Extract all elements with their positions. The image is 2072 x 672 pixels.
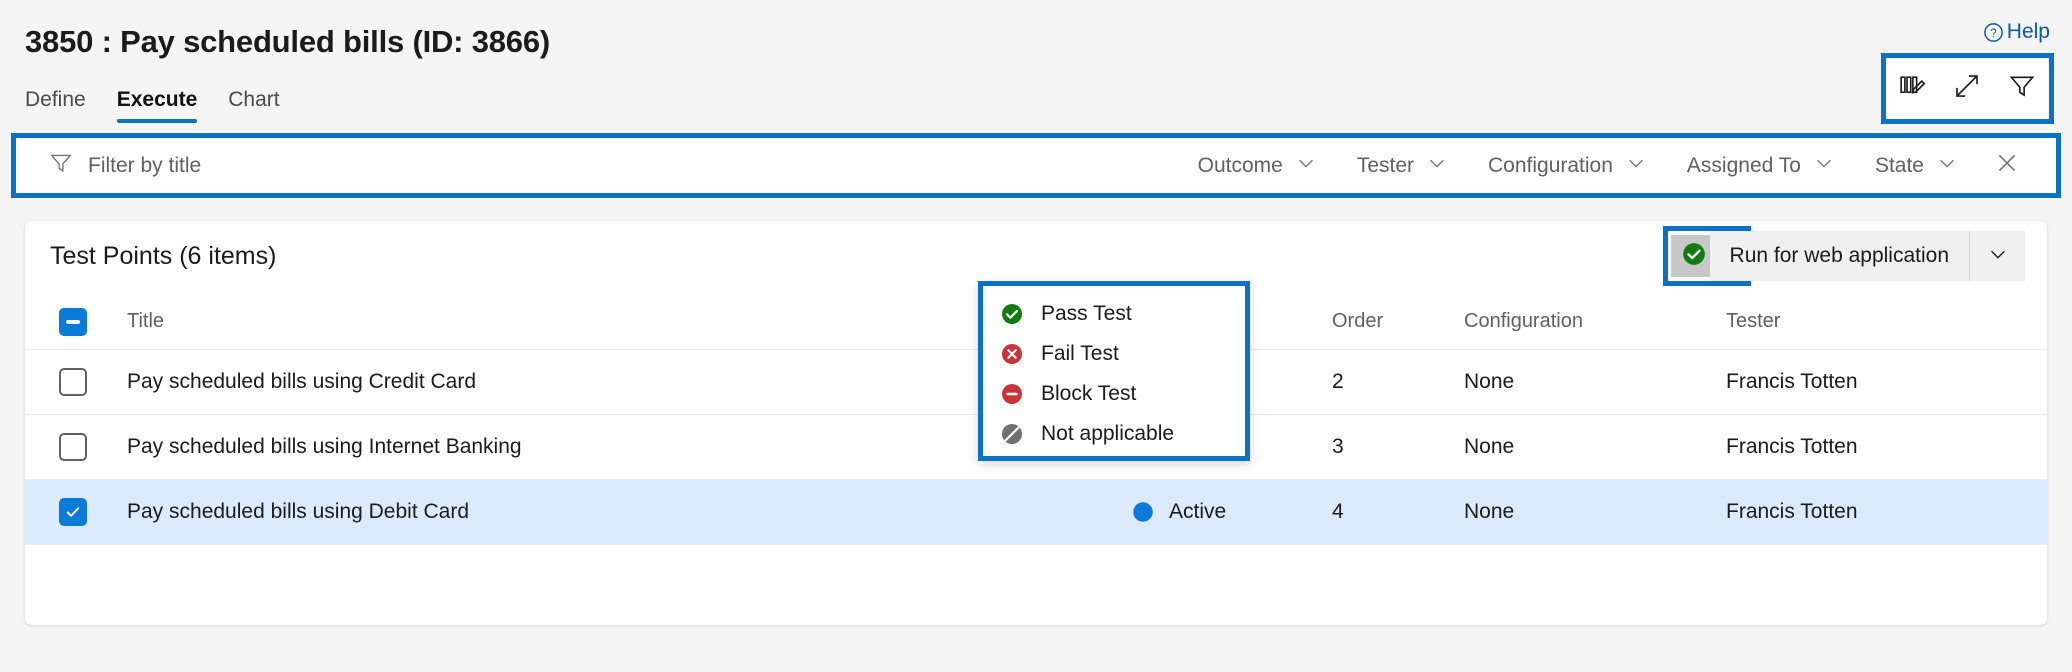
- menu-item-pass-test[interactable]: Pass Test: [983, 294, 1245, 334]
- row-select-cell: [25, 415, 126, 480]
- tab-execute[interactable]: Execute: [117, 88, 198, 123]
- menu-item-label: Block Test: [1041, 382, 1136, 406]
- menu-item-label: Not applicable: [1041, 422, 1174, 446]
- filter-picker-state-label: State: [1875, 154, 1924, 178]
- tab-chart[interactable]: Chart: [228, 88, 279, 123]
- filter-picker-outcome-label: Outcome: [1198, 154, 1283, 178]
- close-icon: [1994, 150, 2020, 181]
- not-applicable-icon: [1000, 422, 1024, 446]
- filter-input[interactable]: Filter by title: [88, 154, 201, 178]
- row-order-cell: 4: [1331, 480, 1463, 545]
- row-configuration-cell: None: [1463, 350, 1725, 415]
- help-link[interactable]: ? Help: [1983, 20, 2050, 44]
- checkbox-dash-icon: [66, 320, 80, 324]
- select-all-header: [25, 294, 126, 350]
- chevron-down-icon: [1295, 152, 1317, 180]
- row-order-cell: 2: [1331, 350, 1463, 415]
- row-checkbox[interactable]: [59, 498, 87, 526]
- row-select-cell: [25, 480, 126, 545]
- column-header-order[interactable]: Order: [1331, 294, 1463, 350]
- menu-item-not-applicable[interactable]: Not applicable: [983, 414, 1245, 454]
- active-icon: [1130, 499, 1156, 525]
- chevron-down-icon: [1936, 152, 1958, 180]
- filter-picker-state[interactable]: State: [1855, 152, 1978, 180]
- filter-picker-tester[interactable]: Tester: [1337, 152, 1468, 180]
- chevron-down-icon: [1813, 152, 1835, 180]
- chevron-down-icon: [1426, 152, 1448, 180]
- filter-picker-assigned-to-label: Assigned To: [1687, 154, 1801, 178]
- row-order-cell: 3: [1331, 415, 1463, 480]
- row-outcome-label: Active: [1169, 500, 1226, 524]
- filter-icon: [2007, 71, 2037, 106]
- row-checkbox[interactable]: [59, 368, 87, 396]
- filter-picker-tester-label: Tester: [1357, 154, 1414, 178]
- full-screen-icon: [1952, 71, 1982, 106]
- filter-pickers: Outcome Tester Configuration Assigned To…: [1178, 150, 2042, 181]
- help-label: Help: [2007, 20, 2050, 44]
- filter-picker-configuration[interactable]: Configuration: [1468, 152, 1667, 180]
- chevron-down-icon: [1625, 152, 1647, 180]
- table-row[interactable]: Pay scheduled bills using Debit Card Act…: [25, 480, 2047, 545]
- block-minus-icon: [1000, 382, 1024, 406]
- filter-picker-assigned-to[interactable]: Assigned To: [1667, 152, 1855, 180]
- column-options-button[interactable]: [1891, 67, 1935, 111]
- row-tester-cell: Francis Totten: [1725, 415, 2047, 480]
- row-checkbox[interactable]: [59, 433, 87, 461]
- menu-item-label: Pass Test: [1041, 302, 1132, 326]
- tab-define[interactable]: Define: [25, 88, 86, 123]
- card-title: Test Points (6 items): [50, 242, 276, 271]
- filter-picker-configuration-label: Configuration: [1488, 154, 1613, 178]
- row-outcome-cell: Active: [1129, 480, 1331, 545]
- run-button-caret[interactable]: [1969, 231, 2025, 281]
- row-title-cell: Pay scheduled bills using Debit Card: [126, 480, 1129, 545]
- column-header-configuration[interactable]: Configuration: [1463, 294, 1725, 350]
- menu-item-fail-test[interactable]: Fail Test: [983, 334, 1245, 374]
- svg-text:?: ?: [1990, 28, 1996, 40]
- check-icon: [64, 503, 82, 521]
- row-configuration-cell: None: [1463, 415, 1725, 480]
- page-title: 3850 : Pay scheduled bills (ID: 3866): [25, 24, 550, 60]
- row-select-cell: [25, 350, 126, 415]
- fail-x-icon: [1000, 342, 1024, 366]
- funnel-icon: [48, 150, 74, 181]
- run-button-label: Run for web application: [1710, 244, 1969, 268]
- question-circle-icon: ?: [1983, 22, 2004, 43]
- column-header-tester[interactable]: Tester: [1725, 294, 2047, 350]
- menu-item-block-test[interactable]: Block Test: [983, 374, 1245, 414]
- row-configuration-cell: None: [1463, 480, 1725, 545]
- row-tester-cell: Francis Totten: [1725, 350, 2047, 415]
- chevron-down-icon: [1987, 243, 2009, 270]
- outcome-dropdown-menu: Pass Test Fail Test Block Test Not appli…: [978, 281, 1250, 461]
- filter-button[interactable]: [2000, 67, 2044, 111]
- full-screen-button[interactable]: [1945, 67, 1989, 111]
- filter-picker-outcome[interactable]: Outcome: [1178, 152, 1337, 180]
- select-all-checkbox[interactable]: [59, 308, 87, 336]
- filter-bar: Filter by title Outcome Tester Configura…: [11, 133, 2061, 198]
- pass-check-icon: [1000, 302, 1024, 326]
- row-tester-cell: Francis Totten: [1725, 480, 2047, 545]
- tab-bar: Define Execute Chart: [25, 88, 280, 123]
- filter-clear-button[interactable]: [1978, 150, 2042, 181]
- menu-item-label: Fail Test: [1041, 342, 1119, 366]
- toolbar-group: [1881, 53, 2054, 124]
- run-for-web-application-button[interactable]: Run for web application: [1710, 231, 2025, 281]
- column-options-icon: [1898, 71, 1928, 106]
- pass-check-icon: [1681, 241, 1707, 272]
- filter-input-group[interactable]: Filter by title: [48, 150, 1178, 181]
